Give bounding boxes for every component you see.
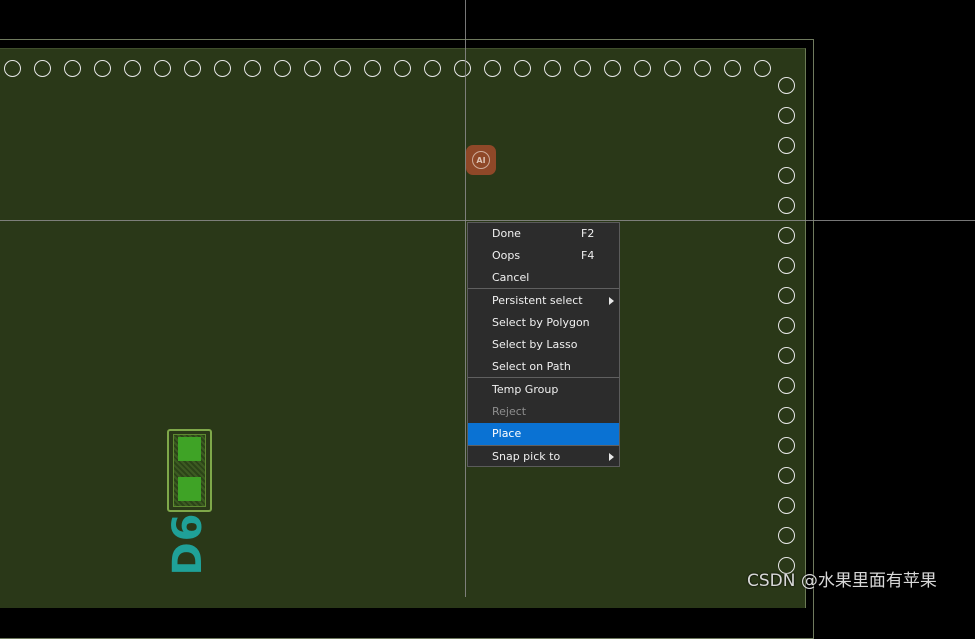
via-icon [778, 347, 795, 364]
menu-item-select-by-polygon[interactable]: Select by Polygon [468, 312, 619, 334]
menu-item-label: Select by Lasso [492, 338, 578, 351]
via-icon [778, 287, 795, 304]
menu-item-label: Snap pick to [492, 450, 561, 463]
via-icon [364, 60, 381, 77]
via-icon [778, 257, 795, 274]
menu-item-select-by-lasso[interactable]: Select by Lasso [468, 334, 619, 356]
via-icon [778, 197, 795, 214]
via-icon [4, 60, 21, 77]
via-icon [754, 60, 771, 77]
via-icon [778, 437, 795, 454]
menu-item-label: Cancel [492, 271, 530, 284]
via-icon [274, 60, 291, 77]
crosshair-horizontal [0, 220, 975, 221]
menu-item-label: Place [492, 427, 522, 440]
via-icon [544, 60, 561, 77]
via-icon [184, 60, 201, 77]
menu-item-label: Temp Group [492, 383, 559, 396]
via-icon [94, 60, 111, 77]
menu-item-label: Select by Polygon [492, 316, 590, 329]
menu-item-label: Persistent select [492, 294, 583, 307]
menu-item-reject: Reject [468, 401, 619, 423]
menu-separator [468, 288, 619, 289]
menu-item-shortcut: F4 [581, 249, 595, 262]
via-icon [694, 60, 711, 77]
menu-item-temp-group[interactable]: Temp Group [468, 379, 619, 401]
via-icon [394, 60, 411, 77]
submenu-arrow-icon [609, 297, 614, 305]
via-icon [664, 60, 681, 77]
via-icon [634, 60, 651, 77]
via-icon [154, 60, 171, 77]
menu-item-place[interactable]: Place [468, 423, 619, 445]
via-icon [778, 377, 795, 394]
watermark: CSDN @水果里面有苹果 [747, 571, 937, 591]
menu-item-label: Done [492, 227, 521, 240]
menu-item-label: Select on Path [492, 360, 571, 373]
via-icon [214, 60, 231, 77]
menu-item-persistent-select[interactable]: Persistent select [468, 290, 619, 312]
menu-item-done[interactable]: Done F2 [468, 223, 619, 245]
via-icon [778, 497, 795, 514]
via-icon [514, 60, 531, 77]
designator-label: D6 [165, 512, 211, 576]
menu-item-cancel[interactable]: Cancel [468, 267, 619, 289]
via-icon [604, 60, 621, 77]
via-icon [778, 467, 795, 484]
menu-item-shortcut: F2 [581, 227, 595, 240]
via-icon [574, 60, 591, 77]
submenu-arrow-icon [609, 453, 614, 461]
via-icon [424, 60, 441, 77]
menu-item-label: Oops [492, 249, 521, 262]
via-icon [334, 60, 351, 77]
via-icon [778, 77, 795, 94]
via-icon [454, 60, 471, 77]
crosshair-vertical [465, 0, 466, 597]
pcb-board-area[interactable] [0, 48, 806, 608]
context-menu: Done F2 Oops F4 Cancel Persistent select… [467, 222, 620, 467]
via-icon [34, 60, 51, 77]
via-icon [778, 167, 795, 184]
ai-assistant-icon[interactable]: AI [466, 145, 496, 175]
via-icon [304, 60, 321, 77]
via-icon [244, 60, 261, 77]
via-icon [724, 60, 741, 77]
via-icon [124, 60, 141, 77]
via-icon [778, 107, 795, 124]
via-icon [484, 60, 501, 77]
via-icon [778, 407, 795, 424]
via-icon [778, 137, 795, 154]
menu-item-select-on-path[interactable]: Select on Path [468, 356, 619, 378]
via-icon [778, 227, 795, 244]
via-icon [64, 60, 81, 77]
menu-item-label: Reject [492, 405, 527, 418]
ai-badge-label: AI [472, 151, 490, 169]
menu-item-oops[interactable]: Oops F4 [468, 245, 619, 267]
menu-item-snap-pick-to[interactable]: Snap pick to [468, 446, 619, 468]
pad-1[interactable] [178, 437, 201, 461]
menu-separator [468, 377, 619, 378]
via-icon [778, 317, 795, 334]
via-icon [778, 527, 795, 544]
